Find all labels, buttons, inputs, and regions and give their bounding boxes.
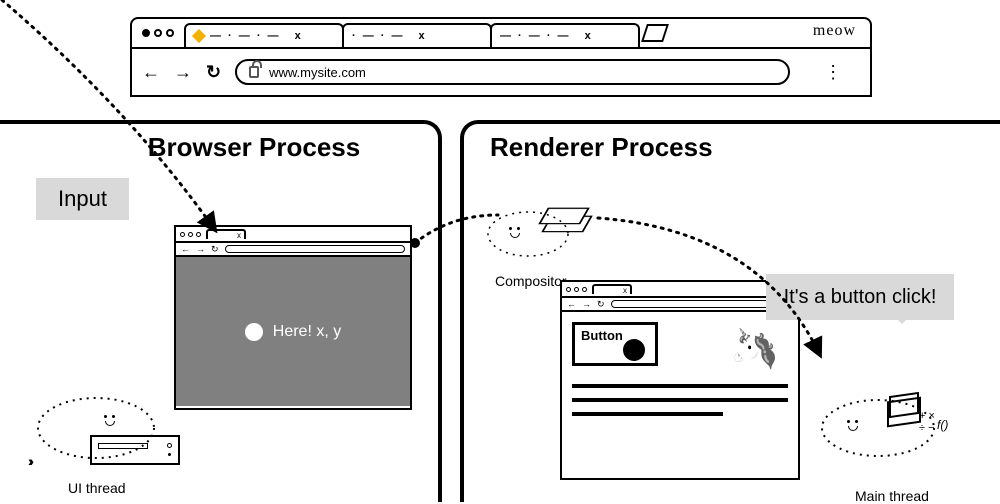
browser-process-title: Browser Process	[0, 132, 438, 163]
menu-button[interactable]: ⋮	[824, 70, 842, 74]
tab-2[interactable]: · — · — x	[342, 23, 492, 47]
compositor: Compositor	[495, 195, 615, 285]
tab-title: — · — · —	[500, 30, 571, 42]
minimize-icon[interactable]	[154, 29, 162, 37]
maximize-icon[interactable]	[166, 29, 174, 37]
function-icon: f()	[937, 418, 948, 432]
back-button[interactable]: ←	[142, 62, 160, 83]
smiley-icon	[100, 413, 122, 429]
rendered-content: Button 🦄	[562, 312, 798, 436]
mini-tab: x	[206, 229, 246, 239]
window-controls[interactable]	[142, 29, 174, 37]
cursor-dot-icon	[623, 339, 645, 361]
tab-title: · — · —	[352, 30, 405, 42]
url-text: www.mysite.com	[269, 65, 366, 80]
reload-button[interactable]: ↻	[206, 62, 221, 83]
mini-tabbar: x	[176, 227, 410, 243]
speech-bubble: It's a button click!	[766, 274, 954, 320]
book-icon	[889, 392, 919, 418]
favicon-icon	[192, 29, 206, 43]
close-icon[interactable]	[142, 29, 150, 37]
tab-bar: — · — · — x · — · — x — · — · — x meow	[132, 19, 870, 49]
page-button-label: Button	[581, 328, 623, 343]
server-icon	[90, 435, 180, 465]
tab-close-icon[interactable]: x	[295, 30, 301, 42]
mini-toolbar: ←→↻	[176, 243, 410, 257]
ui-thread-label: UI thread	[68, 480, 126, 496]
tab-title: — · — · —	[210, 30, 281, 42]
chevrons-icon: ›››	[28, 453, 30, 469]
tab-active[interactable]: — · — · — x	[184, 23, 344, 47]
smiley-icon	[505, 225, 527, 241]
renderer-process-title: Renderer Process	[464, 132, 1000, 163]
tab-3[interactable]: — · — · — x	[490, 23, 640, 47]
ui-thread: ››› UI thread	[30, 385, 200, 480]
click-point-icon	[245, 323, 263, 341]
toolbar: ← → ↻ www.mysite.com ⋮	[132, 49, 870, 95]
forward-button[interactable]: →	[174, 62, 192, 83]
tab-close-icon[interactable]: x	[419, 30, 425, 42]
smiley-icon	[843, 418, 865, 434]
compositor-label: Compositor	[495, 273, 567, 289]
text-lines	[572, 384, 788, 416]
click-coords-text: Here! x, y	[273, 323, 341, 341]
browser-process-page: x ←→↻ Here! x, y	[174, 225, 412, 410]
renderer-page: x ←→↻ Button 🦄	[560, 280, 800, 480]
tab-close-icon[interactable]: x	[585, 30, 591, 42]
mini-toolbar: ←→↻	[562, 298, 798, 312]
mini-tabbar: x	[562, 282, 798, 298]
layers-icon	[543, 203, 587, 237]
lock-icon	[249, 66, 259, 78]
math-icon: + ×÷ −	[919, 410, 935, 434]
main-thread: + ×÷ − f() Main thread	[825, 388, 985, 488]
new-tab-button[interactable]	[641, 24, 669, 42]
unicorn-icon: 🦄	[730, 326, 780, 373]
mini-tab: x	[592, 284, 632, 294]
click-target-area: Here! x, y	[176, 257, 410, 406]
page-button[interactable]: Button	[572, 322, 658, 366]
browser-window: — · — · — x · — · — x — · — · — x meow ←…	[130, 17, 872, 97]
browser-brand: meow	[813, 22, 856, 40]
input-label: Input	[36, 178, 129, 220]
address-bar[interactable]: www.mysite.com	[235, 59, 790, 85]
